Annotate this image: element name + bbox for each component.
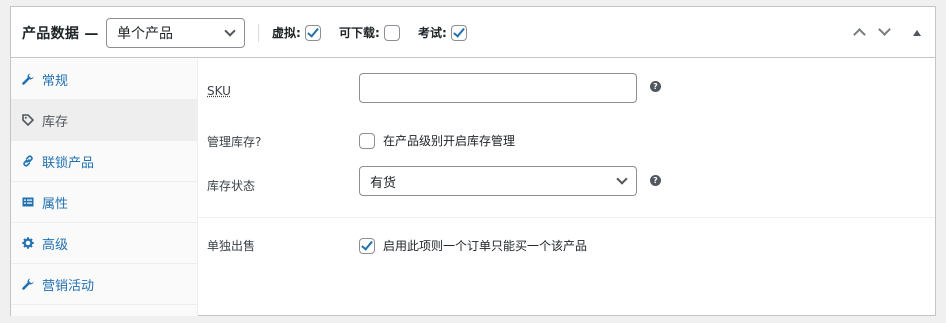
link-icon: [22, 155, 34, 167]
downloadable-checkbox[interactable]: [383, 24, 400, 41]
manage-stock-text: 在产品级别开启库存管理: [383, 134, 516, 148]
triangle-up-icon: [913, 30, 921, 36]
list-icon: [22, 196, 34, 208]
chevron-down-icon: [616, 173, 628, 185]
chevron-down-icon: [878, 23, 891, 36]
tab-linked-products[interactable]: 联锁产品: [11, 141, 197, 182]
tab-general[interactable]: 常规: [11, 59, 197, 100]
test-checkbox[interactable]: [450, 24, 467, 41]
sold-individually-text: 启用此项则一个订单只能买一个该产品: [383, 239, 588, 253]
tab-label: 常规: [42, 73, 69, 89]
downloadable-option[interactable]: 可下载:: [339, 24, 400, 41]
sold-individually-label: 单独出售: [207, 239, 256, 253]
chevron-down-icon: [224, 25, 236, 37]
tab-label: 联锁产品: [42, 155, 95, 171]
toggle-panel-button[interactable]: [910, 26, 924, 40]
inventory-panel: SKU ? 管理库存? 在产品级别开启库存管理 库存状态 有货 ? 单独出售 启…: [199, 59, 935, 315]
stock-status-label: 库存状态: [207, 179, 256, 193]
stock-status-select[interactable]: 有货: [359, 166, 637, 196]
product-type-value: 单个产品: [117, 26, 173, 42]
manage-stock-option[interactable]: 在产品级别开启库存管理: [359, 132, 515, 149]
sold-individually-checkbox[interactable]: [359, 237, 375, 254]
test-option[interactable]: 考试:: [418, 24, 467, 41]
virtual-option[interactable]: 虚拟:: [272, 24, 321, 41]
tab-advanced[interactable]: 高级: [11, 223, 197, 264]
tab-attributes[interactable]: 属性: [11, 182, 197, 223]
test-label: 考试:: [418, 26, 447, 40]
tab-label: 库存: [42, 114, 69, 130]
product-data-panel: 产品数据 — 单个产品 虚拟: 可下载: 考试: 常规 库存 联锁产品 属性 高…: [10, 6, 936, 316]
product-type-select[interactable]: 单个产品: [106, 18, 245, 48]
section-divider: [199, 217, 935, 218]
move-down-button[interactable]: [878, 23, 892, 40]
sku-label: SKU: [207, 84, 231, 98]
help-icon[interactable]: ?: [650, 81, 661, 92]
wrench-icon: [22, 73, 34, 85]
gear-icon: [22, 237, 34, 249]
help-icon[interactable]: ?: [650, 175, 661, 186]
manage-stock-checkbox[interactable]: [359, 132, 375, 149]
wrench-icon: [22, 278, 34, 290]
stock-status-value: 有货: [370, 175, 397, 191]
chevron-up-icon: [853, 28, 866, 41]
manage-stock-label: 管理库存?: [207, 135, 262, 149]
sku-input[interactable]: [359, 73, 637, 103]
sold-individually-option[interactable]: 启用此项则一个订单只能买一个该产品: [359, 237, 587, 254]
virtual-label: 虚拟:: [272, 26, 301, 40]
move-up-button[interactable]: [853, 26, 867, 41]
downloadable-label: 可下载:: [339, 26, 380, 40]
product-data-tabs: 常规 库存 联锁产品 属性 高级 营销活动: [11, 59, 198, 316]
header-divider: [258, 24, 259, 42]
virtual-checkbox[interactable]: [304, 24, 321, 41]
tab-label: 营销活动: [42, 278, 95, 294]
panel-title: 产品数据 —: [22, 26, 99, 42]
tab-marketing[interactable]: 营销活动: [11, 264, 197, 305]
tab-label: 高级: [42, 237, 69, 253]
panel-header: 产品数据 — 单个产品 虚拟: 可下载: 考试:: [11, 7, 935, 58]
tab-label: 属性: [42, 196, 69, 212]
tab-inventory[interactable]: 库存: [11, 100, 197, 141]
tag-icon: [22, 114, 34, 126]
